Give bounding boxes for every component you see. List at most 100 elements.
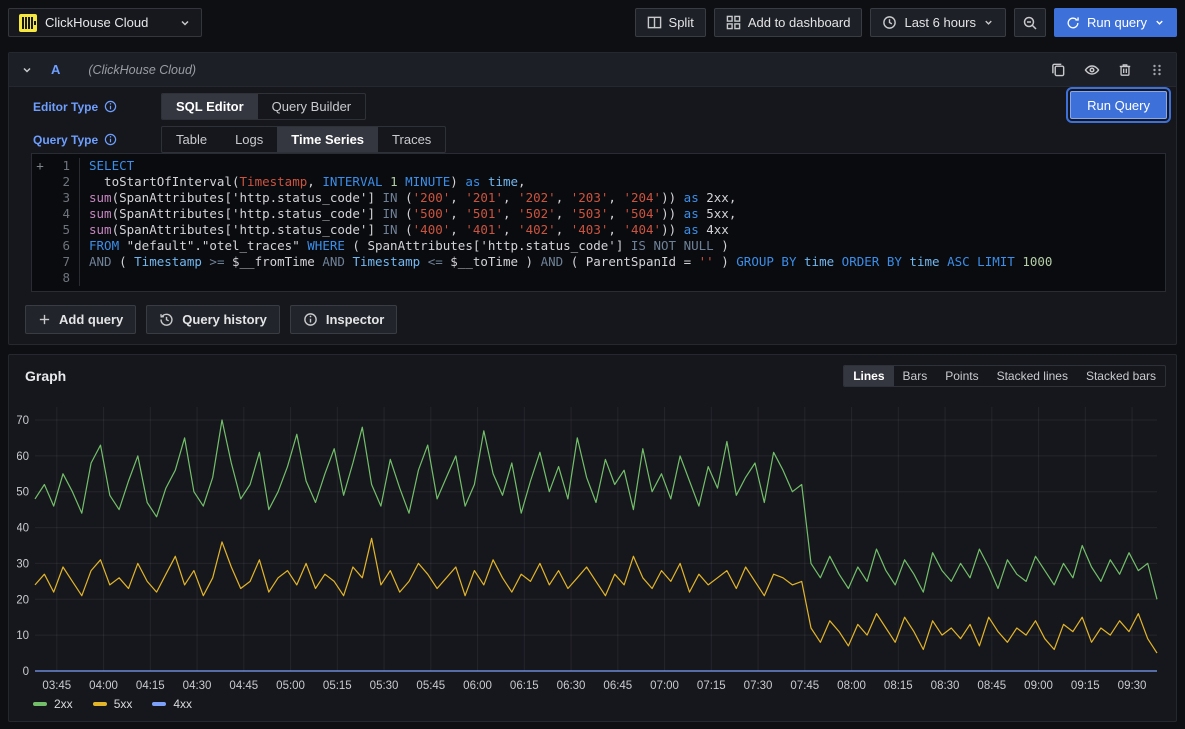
svg-text:40: 40 [17, 523, 29, 535]
code-line: 8 [32, 270, 1165, 286]
svg-text:08:30: 08:30 [931, 680, 960, 692]
svg-text:05:30: 05:30 [370, 680, 399, 692]
toggle-visibility-eye-icon[interactable] [1084, 62, 1100, 78]
svg-text:20: 20 [17, 594, 29, 606]
chevron-down-icon [1154, 17, 1165, 28]
legend-label: 4xx [173, 697, 192, 711]
svg-text:08:00: 08:00 [837, 680, 866, 692]
graph-style-option-bars[interactable]: Bars [894, 366, 937, 386]
query-footer-actions: Add query Query history Inspector [25, 305, 397, 334]
datasource-name: ClickHouse Cloud [45, 15, 171, 30]
svg-text:09:00: 09:00 [1024, 680, 1053, 692]
add-query-button[interactable]: Add query [25, 305, 136, 334]
query-type-option-table[interactable]: Table [162, 127, 221, 152]
time-range-picker[interactable]: Last 6 hours [870, 8, 1006, 37]
add-line-icon[interactable]: + [32, 158, 48, 174]
editor-type-option-sql-editor[interactable]: SQL Editor [162, 94, 258, 119]
info-icon[interactable] [104, 100, 117, 113]
query-history-button[interactable]: Query history [146, 305, 280, 334]
svg-text:07:15: 07:15 [697, 680, 726, 692]
svg-text:07:30: 07:30 [744, 680, 773, 692]
inspector-info-icon [303, 312, 318, 327]
svg-text:09:15: 09:15 [1071, 680, 1100, 692]
query-type-option-traces[interactable]: Traces [378, 127, 445, 152]
svg-text:08:45: 08:45 [977, 680, 1006, 692]
duplicate-query-icon[interactable] [1051, 62, 1066, 77]
legend-swatch [33, 702, 47, 706]
grafana-explore-page: ClickHouse Cloud Split Add to dashboard … [0, 0, 1185, 729]
query-type-label-wrap: Query Type [33, 133, 161, 147]
query-row-actions [1051, 62, 1164, 78]
editor-type-option-query-builder[interactable]: Query Builder [258, 94, 365, 119]
zoom-out-button[interactable] [1014, 8, 1046, 37]
query-ref-id: A [51, 62, 60, 77]
plus-icon [38, 313, 51, 326]
svg-text:0: 0 [23, 666, 29, 678]
line-number: 5 [48, 222, 70, 238]
run-query-panel-button[interactable]: Run Query [1070, 91, 1167, 119]
datasource-picker[interactable]: ClickHouse Cloud [8, 8, 202, 37]
history-icon [159, 312, 174, 327]
svg-text:60: 60 [17, 451, 29, 463]
code-line: 7AND ( Timestamp >= $__fromTime AND Time… [32, 254, 1165, 270]
chevron-down-icon [179, 17, 191, 29]
svg-text:05:15: 05:15 [323, 680, 352, 692]
query-type-option-logs[interactable]: Logs [221, 127, 277, 152]
collapse-chevron-icon[interactable] [21, 64, 33, 76]
query-type-option-time-series[interactable]: Time Series [277, 127, 378, 152]
chevron-down-icon [983, 17, 994, 28]
split-button[interactable]: Split [635, 8, 706, 37]
line-number: 6 [48, 238, 70, 254]
svg-text:30: 30 [17, 558, 29, 570]
graph-panel: Graph LinesBarsPointsStacked linesStacke… [8, 354, 1177, 722]
graph-style-option-lines[interactable]: Lines [844, 366, 893, 386]
legend-item-4xx[interactable]: 4xx [152, 697, 192, 711]
query-type-label: Query Type [33, 133, 98, 147]
svg-text:07:45: 07:45 [790, 680, 819, 692]
line-number: 3 [48, 190, 70, 206]
editor-type-label-wrap: Editor Type [33, 100, 161, 114]
line-number: 8 [48, 270, 70, 286]
legend-label: 2xx [54, 697, 73, 711]
svg-text:05:45: 05:45 [416, 680, 445, 692]
line-number: 2 [48, 174, 70, 190]
graph-style-option-points[interactable]: Points [936, 366, 987, 386]
query-type-toggle: TableLogsTime SeriesTraces [161, 126, 446, 153]
clock-icon [882, 15, 897, 30]
query-type-row: Query Type TableLogsTime SeriesTraces [33, 126, 446, 153]
timeseries-chart[interactable]: 03:4504:0004:1504:3004:4505:0005:1505:30… [17, 399, 1162, 695]
clickhouse-logo-icon [19, 14, 37, 32]
svg-text:04:30: 04:30 [183, 680, 212, 692]
top-bar-actions: Split Add to dashboard Last 6 hours Run … [635, 8, 1177, 37]
legend-swatch [93, 702, 107, 706]
refresh-icon [1066, 16, 1080, 30]
split-icon [647, 15, 662, 30]
add-to-dashboard-button[interactable]: Add to dashboard [714, 8, 863, 37]
run-query-top-button[interactable]: Run query [1054, 8, 1177, 37]
line-number: 7 [48, 254, 70, 270]
svg-text:05:00: 05:00 [276, 680, 305, 692]
info-icon[interactable] [104, 133, 117, 146]
top-bar: ClickHouse Cloud Split Add to dashboard … [0, 0, 1185, 44]
editor-type-row: Editor Type SQL EditorQuery Builder [33, 93, 366, 120]
code-line: 6FROM "default"."otel_traces" WHERE ( Sp… [32, 238, 1165, 254]
graph-panel-title: Graph [25, 368, 66, 384]
graph-style-option-stacked-lines[interactable]: Stacked lines [988, 366, 1077, 386]
code-line: 5sum(SpanAttributes['http.status_code'] … [32, 222, 1165, 238]
svg-text:04:45: 04:45 [229, 680, 258, 692]
inspector-button[interactable]: Inspector [290, 305, 398, 334]
svg-text:06:45: 06:45 [603, 680, 632, 692]
svg-text:06:00: 06:00 [463, 680, 492, 692]
legend-item-2xx[interactable]: 2xx [33, 697, 73, 711]
query-row-header[interactable]: A (ClickHouse Cloud) [9, 53, 1176, 87]
code-line: 3sum(SpanAttributes['http.status_code'] … [32, 190, 1165, 206]
legend-item-5xx[interactable]: 5xx [93, 697, 133, 711]
chart-legend: 2xx 5xx 4xx [33, 697, 192, 711]
drag-handle-icon[interactable] [1150, 63, 1164, 77]
zoom-out-icon [1022, 15, 1038, 31]
query-editor-panel: A (ClickHouse Cloud) Editor Type SQL Edi… [8, 52, 1177, 345]
delete-query-trash-icon[interactable] [1118, 62, 1132, 77]
sql-editor[interactable]: +1SELECT2 toStartOfInterval(Timestamp, I… [31, 153, 1166, 292]
graph-style-option-stacked-bars[interactable]: Stacked bars [1077, 366, 1165, 386]
line-number: 1 [48, 158, 70, 174]
